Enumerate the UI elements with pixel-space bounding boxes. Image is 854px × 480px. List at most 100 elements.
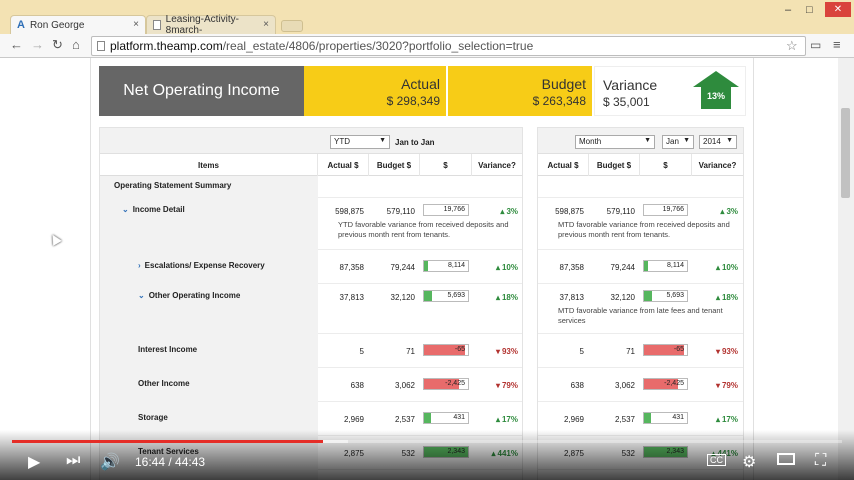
tab-close-icon[interactable]: × <box>133 19 139 30</box>
minimize-icon[interactable]: – <box>785 4 791 16</box>
variance-bar: -65 <box>423 344 469 356</box>
url-path: /real_estate/4806/properties/3020?portfo… <box>222 39 534 53</box>
theater-mode-icon[interactable] <box>777 453 795 465</box>
kpi-variance-card: Variance $ 35,001 13% <box>594 66 746 116</box>
play-icon[interactable]: ▶ <box>28 452 40 472</box>
ytd-controls: YTD ▼ Jan to Jan <box>100 128 522 154</box>
variance-bar: 5,693 <box>423 290 469 302</box>
row-label-text: Other Income <box>138 379 190 388</box>
table-row: 37,813 32,120 5,693 ▴ 18% MTD favorable varia… <box>538 284 743 334</box>
new-tab-button[interactable] <box>281 20 303 32</box>
browser-menu-icon[interactable]: ≡ <box>833 37 841 52</box>
variance-percent-text: 17% <box>721 415 738 424</box>
home-icon[interactable]: ⌂ <box>72 37 80 52</box>
tab-ron-george[interactable]: A Ron George × <box>10 15 146 34</box>
month-select-value: Jan <box>666 137 679 146</box>
month-select[interactable]: Jan ▼ <box>662 135 694 149</box>
variance-percent: ▴ 3% <box>472 207 518 216</box>
time-separator: / <box>165 455 176 469</box>
variance-percent: ▴ 18% <box>692 293 738 302</box>
video-played-bar <box>12 440 323 443</box>
row-label[interactable]: › Escalations/ Expense Recovery <box>100 250 318 284</box>
variance-percent: ▴ 18% <box>472 293 518 302</box>
row-label: Operating Statement Summary <box>100 176 318 198</box>
forward-arrow-icon[interactable]: → <box>31 37 44 52</box>
video-progress-bar[interactable] <box>12 440 842 443</box>
tab-leasing-activity[interactable]: Leasing-Activity-8march- × <box>146 14 276 36</box>
variance-amount: 5,693 <box>447 292 465 299</box>
period-select[interactable]: YTD ▼ <box>330 135 390 149</box>
actual-value: 5 <box>359 347 364 356</box>
up-arrow-icon: ▴ <box>715 415 720 424</box>
variance-percent: ▾ 79% <box>472 381 518 390</box>
variance-percent: ▾ 93% <box>692 347 738 356</box>
budget-value: 79,244 <box>390 263 415 272</box>
budget-value: 32,120 <box>610 293 635 302</box>
variance-percent: ▴ 17% <box>472 415 518 424</box>
back-arrow-icon[interactable]: ← <box>10 37 23 52</box>
chevron-down-icon[interactable]: ⌄ <box>138 291 145 300</box>
scrollbar-thumb[interactable] <box>841 108 850 198</box>
row-label[interactable]: ⌄ Income Detail <box>100 198 318 250</box>
period-select-value: YTD <box>334 137 350 146</box>
year-select[interactable]: 2014 ▼ <box>699 135 737 149</box>
next-video-icon[interactable]: ⏭ <box>66 452 80 470</box>
variance-bar: 8,114 <box>643 260 688 272</box>
browser-tab-bar: A Ron George × Leasing-Activity-8march- … <box>0 0 854 36</box>
current-time: 16:44 <box>135 455 166 469</box>
variance-note: MTD favorable variance from late fees an… <box>558 306 723 325</box>
header-actual: Actual $ <box>318 154 369 176</box>
variance-percent: ▴ 10% <box>692 263 738 272</box>
header-actual: Actual $ <box>538 154 589 176</box>
variance-bar: 431 <box>423 412 469 424</box>
variance-bar-fill <box>424 291 432 301</box>
variance-amount: 19,766 <box>443 206 465 213</box>
url-host: platform.theamp.com <box>110 39 223 53</box>
settings-gear-icon[interactable]: ⚙ <box>742 452 756 472</box>
cast-icon[interactable]: ▭ <box>810 38 821 52</box>
variance-bar: 431 <box>643 412 688 424</box>
maximize-icon[interactable]: □ <box>806 4 813 16</box>
budget-value: 3,062 <box>614 381 635 390</box>
window-close-icon[interactable]: ✕ <box>825 2 851 17</box>
chevron-down-icon: ▼ <box>683 137 690 144</box>
variance-percent: ▾ 79% <box>692 381 738 390</box>
variance-percent-text: 3% <box>726 207 738 216</box>
variance-note: YTD favorable variance from received dep… <box>338 220 509 239</box>
chevron-right-icon[interactable]: › <box>138 261 141 270</box>
tab-close-icon[interactable]: × <box>263 19 269 30</box>
table-row: Interest Income 5 71 -65 ▾ 93% <box>100 334 522 368</box>
reload-icon[interactable]: ↻ <box>52 37 63 53</box>
up-arrow-icon: ▴ <box>495 415 500 424</box>
kpi-actual-label: Actual <box>401 76 440 92</box>
table-row: ⌄ Income Detail 598,875 579,110 19,766 ▴ 3% YTD… <box>100 198 522 250</box>
address-bar[interactable]: platform.theamp.com/real_estate/4806/pro… <box>91 36 806 56</box>
variance-percent: ▴ 17% <box>692 415 738 424</box>
variance-amount: -2,425 <box>664 380 684 387</box>
kpi-actual-card: Actual $ 298,349 <box>304 66 446 116</box>
row-label-text: Storage <box>138 413 168 422</box>
variance-amount: 431 <box>672 414 684 421</box>
closed-captions-icon[interactable]: CC <box>707 454 726 466</box>
row-label: Other Income <box>100 368 318 402</box>
up-arrow-icon: ▴ <box>500 207 505 216</box>
budget-value: 3,062 <box>394 381 415 390</box>
variance-percent-text: 18% <box>501 293 518 302</box>
actual-value: 87,358 <box>559 263 584 272</box>
row-label-text: Interest Income <box>138 345 198 354</box>
page-scrollbar[interactable] <box>838 58 854 480</box>
row-label[interactable]: ⌄ Other Operating Income <box>100 284 318 334</box>
variance-amount: 8,114 <box>667 262 684 269</box>
kpi-budget-card: Budget $ 263,348 <box>448 66 592 116</box>
page-viewport: Net Operating Income Actual $ 298,349 Bu… <box>0 58 854 480</box>
fullscreen-icon[interactable]: ⛶ <box>815 452 826 470</box>
chevron-down-icon[interactable]: ⌄ <box>122 205 129 214</box>
bookmark-star-icon[interactable]: ☆ <box>786 38 798 54</box>
variance-bar: -2,425 <box>643 378 688 390</box>
volume-icon[interactable]: 🔊 <box>100 452 120 472</box>
table-row: › Escalations/ Expense Recovery 87,358 79,2… <box>100 250 522 284</box>
actual-value: 2,969 <box>343 415 364 424</box>
table-row: Operating Statement Summary <box>100 176 522 198</box>
header-budget: Budget $ <box>369 154 420 176</box>
period-type-select[interactable]: Month ▼ <box>575 135 655 149</box>
